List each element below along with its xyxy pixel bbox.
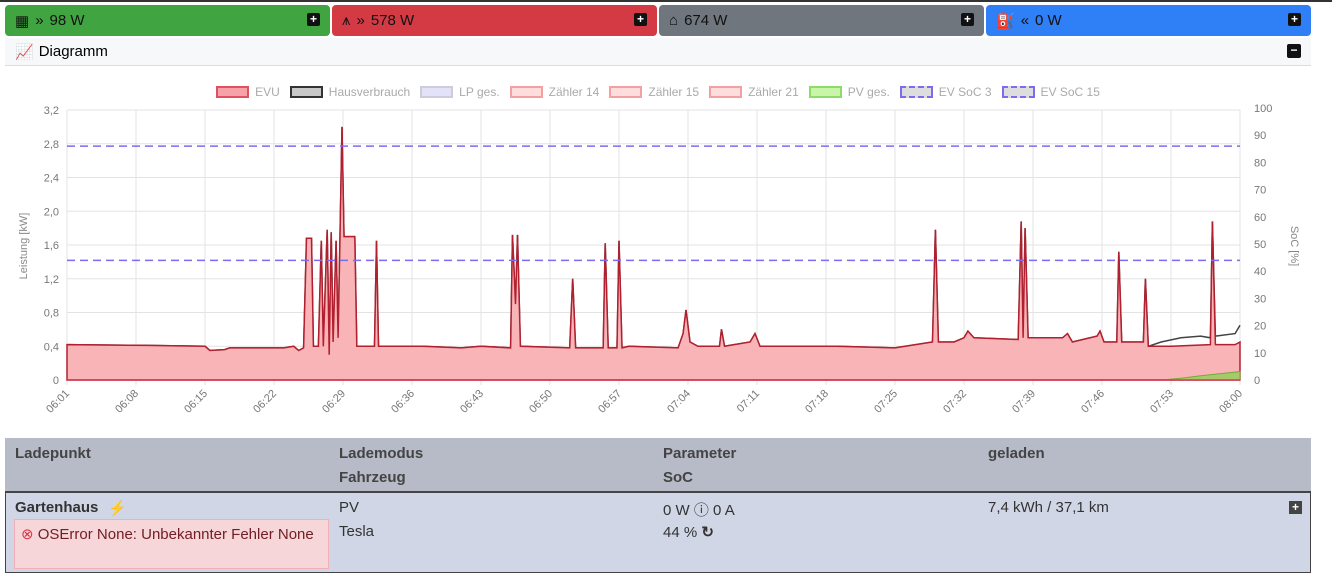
parameter-value: 0 W ⓘ 0 A — [663, 499, 735, 520]
y2-tick-label: 20 — [1254, 321, 1266, 333]
header-parameter: Parameter — [663, 445, 737, 462]
arrow-icon: « — [1020, 12, 1030, 29]
refresh-icon[interactable]: ↻ — [701, 524, 714, 541]
table-header: Ladepunkt Lademodus Fahrzeug Parameter S… — [5, 438, 1311, 491]
charged-value: 7,4 kWh / 37,1 km — [988, 499, 1109, 516]
window-border — [0, 0, 1332, 2]
expand-icon[interactable]: + — [1289, 501, 1302, 514]
collapse-icon[interactable]: − — [1287, 44, 1301, 58]
power-chart: 0 0,4 0,8 1,2 1,6 2,0 2,4 2,8 3,2 0 10 20 30 40 50 60 70… — [18, 103, 1300, 416]
y-tick-label: 1,6 — [44, 240, 59, 252]
x-tick-label: 06:08 — [113, 388, 141, 416]
house-power-button[interactable]: ⌂ 674 W + — [659, 5, 984, 36]
x-tick-label: 06:50 — [527, 388, 555, 416]
house-icon: ⌂ — [669, 12, 679, 29]
error-message: OSError None: Unbekannter Fehler None — [37, 526, 314, 543]
x-tick-label: 06:29 — [320, 388, 348, 416]
plus-icon[interactable]: + — [307, 13, 320, 26]
y2-tick-label: 10 — [1254, 348, 1266, 360]
y-tick-label: 0,8 — [44, 308, 59, 320]
error-alert: ⊗ OSError None: Unbekannter Fehler None — [14, 519, 329, 569]
y2-tick-label: 100 — [1254, 103, 1272, 115]
x-tick-label: 06:43 — [458, 388, 486, 416]
header-soc: SoC — [663, 469, 693, 486]
header-lademodus: Lademodus — [339, 445, 424, 462]
charging-power-button[interactable]: ⛽ « 0 W + — [986, 5, 1311, 36]
pv-power-value: 98 W — [49, 12, 85, 29]
y2-tick-label: 90 — [1254, 130, 1266, 142]
solar-panel-icon: ▦ — [15, 12, 30, 30]
power-value: 0 W — [663, 502, 690, 519]
x-tick-label: 06:22 — [251, 388, 279, 416]
plug-icon: ⚡ — [108, 500, 127, 517]
evu-area — [66, 126, 1241, 381]
header-geladen: geladen — [988, 445, 1045, 462]
house-power-value: 674 W — [684, 12, 728, 29]
x-tick-label: 06:01 — [44, 388, 72, 416]
soc-value: 44 % ↻ — [663, 523, 714, 541]
current-value: 0 A — [713, 502, 735, 519]
soc-text: 44 % — [663, 524, 698, 541]
y2-tick-label: 50 — [1254, 239, 1266, 251]
y2-tick-label: 80 — [1254, 157, 1266, 169]
area-chart-icon: 📈 — [15, 43, 34, 61]
y-tick-label: 1,2 — [44, 274, 59, 286]
y-tick-label: 2,4 — [44, 173, 59, 185]
diagram-title: Diagramm — [38, 43, 108, 60]
y2-tick-label: 0 — [1254, 375, 1260, 387]
x-tick-label: 07:25 — [872, 388, 900, 416]
charge-point-name: Gartenhaus — [15, 499, 99, 516]
arrow-icon: » — [35, 12, 44, 29]
plus-icon[interactable]: + — [634, 13, 647, 26]
pv-power-button[interactable]: ▦ » 98 W + — [5, 5, 330, 36]
grid-power-button[interactable]: ⩚ » 578 W + — [332, 5, 657, 36]
y2-axis-label: SoC [%] — [1288, 226, 1300, 266]
y-tick-label: 2,0 — [44, 206, 59, 218]
charge-mode[interactable]: PV — [339, 499, 359, 516]
y2-tick-label: 60 — [1254, 212, 1266, 224]
vehicle-name: Tesla — [339, 523, 375, 540]
info-icon: ⓘ — [693, 502, 709, 519]
plus-icon[interactable]: + — [961, 13, 974, 26]
plus-icon[interactable]: + — [1288, 13, 1301, 26]
grid-power-value: 578 W — [370, 12, 415, 29]
y-tick-label: 0 — [53, 375, 59, 387]
y2-tick-label: 70 — [1254, 185, 1266, 197]
y-axis-label: Leistung [kW] — [18, 213, 30, 280]
hausverbrauch-line — [66, 126, 1241, 355]
x-tick-label: 07:53 — [1148, 388, 1176, 416]
arrow-icon: » — [356, 12, 365, 29]
error-icon: ⊗ — [21, 526, 34, 543]
diagram-header[interactable]: 📈 Diagramm − — [5, 38, 1311, 66]
charge-point-table: Ladepunkt Lademodus Fahrzeug Parameter S… — [5, 438, 1311, 573]
x-tick-label: 06:57 — [596, 388, 624, 416]
header-fahrzeug: Fahrzeug — [339, 469, 406, 486]
x-tick-label: 08:00 — [1217, 388, 1245, 416]
table-row: Gartenhaus ⚡ ⊗ OSError None: Unbekannter… — [5, 491, 1311, 573]
y-tick-label: 3,2 — [44, 105, 59, 117]
x-tick-label: 07:32 — [941, 388, 969, 416]
x-tick-label: 07:04 — [665, 388, 693, 416]
power-pylon-icon: ⩚ — [342, 12, 351, 29]
x-tick-label: 07:18 — [803, 388, 831, 416]
y-tick-label: 0,4 — [44, 341, 59, 353]
x-tick-label: 06:15 — [182, 388, 210, 416]
x-tick-label: 06:36 — [389, 388, 417, 416]
x-tick-label: 07:46 — [1079, 388, 1107, 416]
diagram-card: 📈 Diagramm − EVU Hausverbrauch LP ges. Zähle… — [5, 38, 1311, 436]
charging-power-value: 0 W — [1035, 12, 1062, 29]
x-tick-label: 07:11 — [735, 388, 762, 415]
header-ladepunkt: Ladepunkt — [15, 445, 91, 462]
y2-tick-label: 40 — [1254, 266, 1266, 278]
charging-station-icon: ⛽ — [996, 12, 1015, 30]
y-tick-label: 2,8 — [44, 139, 59, 151]
y2-tick-label: 30 — [1254, 293, 1266, 305]
x-tick-label: 07:39 — [1010, 388, 1038, 416]
